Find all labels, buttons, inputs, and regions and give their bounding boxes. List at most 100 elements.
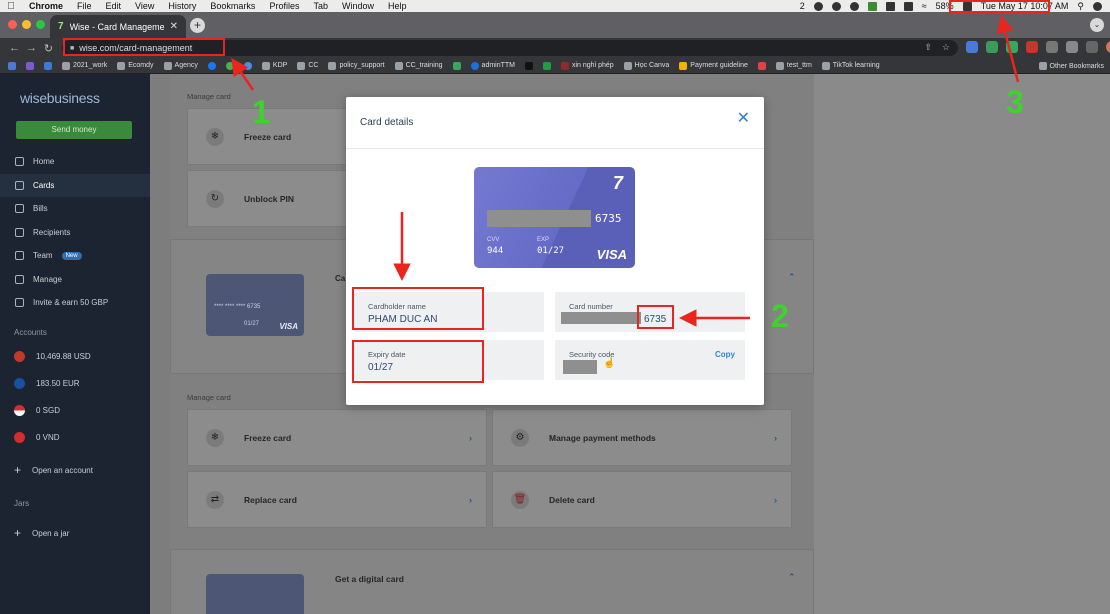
- wifi-icon[interactable]: ≈: [922, 1, 927, 11]
- siri-icon[interactable]: [1093, 1, 1102, 11]
- extension-icon[interactable]: [1006, 41, 1018, 53]
- sidebar-item-home[interactable]: Home: [0, 150, 150, 174]
- window-close-button[interactable]: [8, 20, 17, 29]
- security-code-field[interactable]: Security code Copy ☝: [555, 340, 745, 380]
- bookmark-policy-support[interactable]: policy_support: [328, 61, 385, 70]
- bookmark-hoc-canva[interactable]: Học Canva: [623, 61, 669, 70]
- extension-icon[interactable]: [986, 41, 998, 53]
- account-balance: 183.50 EUR: [36, 379, 80, 388]
- replace-card-option[interactable]: ⇄ Replace card ›: [187, 471, 487, 528]
- folder-icon: [117, 61, 126, 70]
- freeze-card-option[interactable]: ❄ Freeze card ›: [187, 409, 487, 466]
- account-sgd[interactable]: 0 SGD: [14, 405, 60, 416]
- back-icon[interactable]: ←: [6, 42, 23, 54]
- bookmark-kdp[interactable]: KDP: [261, 61, 287, 70]
- digital-card-thumbnail[interactable]: [206, 574, 304, 614]
- status-app-icon[interactable]: [849, 1, 859, 11]
- menu-view[interactable]: View: [128, 1, 161, 11]
- bookmark-icon[interactable]: [225, 61, 234, 70]
- extensions-puzzle-icon[interactable]: [1066, 41, 1078, 53]
- tiktok-icon[interactable]: [525, 61, 533, 70]
- bookmark-adminttm[interactable]: adminTTM: [470, 61, 515, 70]
- account-eur[interactable]: 183.50 EUR: [14, 378, 80, 389]
- close-tab-icon[interactable]: ✕: [170, 21, 178, 32]
- copy-security-code-button[interactable]: Copy: [715, 350, 735, 359]
- account-usd[interactable]: 10,469.88 USD: [14, 351, 91, 362]
- spotlight-search-icon[interactable]: ⚲: [1077, 1, 1084, 12]
- bookmark-2021-work[interactable]: 2021_work: [62, 61, 107, 70]
- delete-card-option[interactable]: 🗑 Delete card ›: [492, 471, 792, 528]
- sidebar-item-invite[interactable]: Invite & earn 50 GBP: [0, 291, 150, 315]
- physical-card-thumbnail[interactable]: **** **** **** 6735 01/27 VISA: [206, 274, 304, 336]
- tab-title: Wise - Card Management: [69, 21, 164, 32]
- reload-icon[interactable]: ↻: [40, 42, 57, 55]
- menu-app-name[interactable]: Chrome: [22, 1, 70, 11]
- profile-avatar[interactable]: [1106, 41, 1110, 53]
- window-minimize-button[interactable]: [22, 20, 31, 29]
- bookmark-icon[interactable]: [543, 61, 551, 70]
- bookmark-ecomdy[interactable]: Ecomdy: [117, 61, 154, 70]
- gmail-icon[interactable]: [757, 61, 766, 70]
- status-app-icon[interactable]: [813, 1, 823, 11]
- sidebar-item-cards[interactable]: Cards: [0, 173, 150, 197]
- manage-payment-methods-option[interactable]: ⚙ Manage payment methods ›: [492, 409, 792, 466]
- open-jar-link[interactable]: + Open a jar: [14, 526, 69, 540]
- new-tab-button[interactable]: +: [190, 18, 205, 33]
- menu-history[interactable]: History: [161, 1, 203, 11]
- menu-profiles[interactable]: Profiles: [262, 1, 306, 11]
- collapse-chevron-icon[interactable]: ⌃: [788, 272, 796, 283]
- extension-icon[interactable]: [1046, 41, 1058, 53]
- menu-tab[interactable]: Tab: [306, 1, 335, 11]
- get-digital-card-title[interactable]: Get a digital card: [335, 574, 404, 584]
- account-vnd[interactable]: 0 VND: [14, 432, 60, 443]
- bookmark-star-icon[interactable]: ☆: [942, 42, 950, 53]
- extension-icon[interactable]: [1026, 41, 1038, 53]
- other-bookmarks[interactable]: Other Bookmarks: [1038, 62, 1104, 70]
- menu-window[interactable]: Window: [335, 1, 381, 11]
- bookmark-cc[interactable]: CC: [297, 61, 318, 70]
- tab-search-button[interactable]: ⌄: [1090, 18, 1104, 32]
- exp-label: EXP: [537, 237, 550, 243]
- bookmark-xin-nghi-phep[interactable]: xin nghỉ phép: [561, 61, 614, 70]
- status-app-icon[interactable]: [885, 1, 895, 11]
- pointer-cursor-icon: ☝: [603, 358, 616, 369]
- extension-icon[interactable]: [966, 41, 978, 53]
- sidebar-item-manage[interactable]: Manage: [0, 268, 150, 292]
- window-zoom-button[interactable]: [36, 20, 45, 29]
- manage-card-label-2: Manage card: [187, 393, 231, 402]
- facebook-icon[interactable]: [207, 61, 216, 70]
- bookmark-payment-guideline[interactable]: Payment guideline: [679, 61, 748, 70]
- bookmark-agency[interactable]: Agency: [163, 61, 198, 70]
- bookmark-label: CC_training: [405, 62, 443, 69]
- expand-chevron-icon[interactable]: ⌃: [788, 572, 796, 583]
- airplay-icon[interactable]: [903, 1, 913, 11]
- bookmark-tiktok-learning[interactable]: TikTok learning: [821, 61, 880, 70]
- bookmark-icon[interactable]: [243, 61, 252, 70]
- menu-edit[interactable]: Edit: [99, 1, 129, 11]
- status-app-icon[interactable]: [831, 1, 841, 11]
- apple-menu-icon[interactable]: : [0, 1, 22, 12]
- bookmark-test-ttm[interactable]: test_ttm: [775, 61, 812, 70]
- sidebar-item-recipients[interactable]: Recipients: [0, 221, 150, 245]
- menu-help[interactable]: Help: [381, 1, 414, 11]
- bookmark-icon[interactable]: [452, 61, 461, 70]
- bookmark-cc-training[interactable]: CC_training: [394, 61, 443, 70]
- sidebar-item-bills[interactable]: Bills: [0, 197, 150, 221]
- menu-file[interactable]: File: [70, 1, 99, 11]
- sidebar-panel-icon[interactable]: [1086, 41, 1098, 53]
- bookmark-icon[interactable]: [26, 61, 34, 70]
- forward-icon[interactable]: →: [23, 42, 40, 54]
- bookmark-icon[interactable]: [44, 61, 52, 70]
- share-icon[interactable]: ⇧: [924, 42, 932, 53]
- bookmark-icon[interactable]: [8, 61, 16, 70]
- notification-badge-count[interactable]: 2: [800, 1, 805, 11]
- vpn-icon[interactable]: [867, 1, 877, 11]
- browser-tab[interactable]: 7 Wise - Card Management ✕: [50, 15, 186, 38]
- annotation-number-2: 2: [771, 298, 789, 334]
- close-icon[interactable]: ✕: [737, 111, 750, 127]
- open-account-link[interactable]: + Open an account: [14, 463, 93, 477]
- menu-bookmarks[interactable]: Bookmarks: [203, 1, 262, 11]
- wise-business-logo[interactable]: wisebusiness: [20, 90, 100, 106]
- sidebar-item-team[interactable]: Team New: [0, 244, 150, 268]
- send-money-button[interactable]: Send money: [16, 121, 132, 139]
